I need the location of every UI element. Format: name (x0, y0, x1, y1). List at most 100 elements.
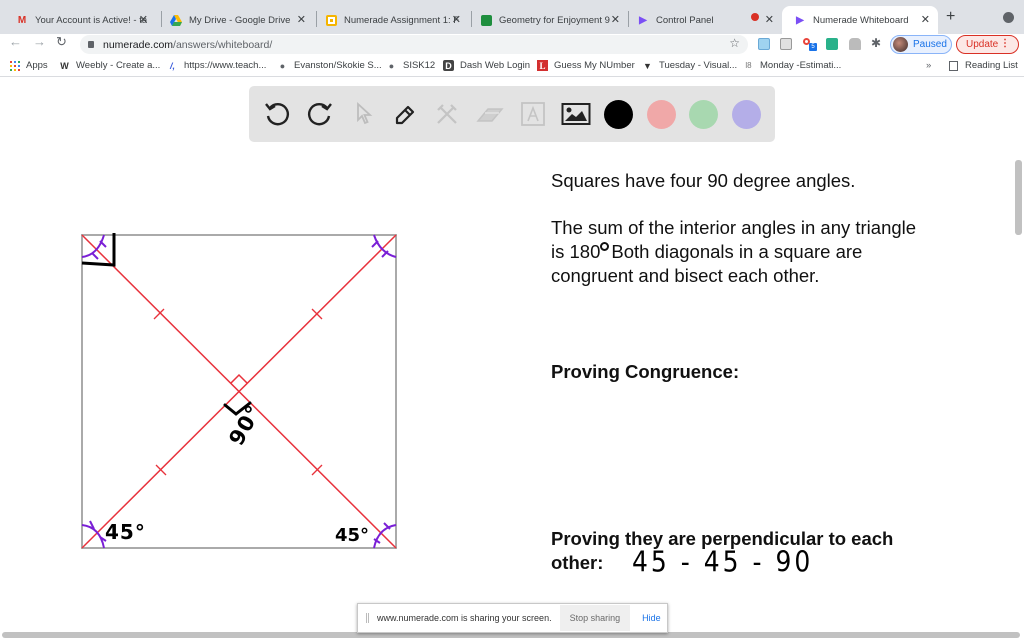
sharing-message: www.numerade.com is sharing your screen. (377, 613, 552, 623)
text-180-diagonals: is 180 Both diagonals in a square are (551, 241, 863, 262)
globe-icon: ● (279, 60, 286, 71)
browser-toolbar: ← → ↻ numerade.com/answers/whiteboard/ ☆… (0, 34, 1024, 55)
menu-dots-icon: ⋮ (1000, 38, 1010, 49)
tab-gmail[interactable]: M Your Account is Active! - ta ✕ (4, 6, 156, 34)
bookmark-monday[interactable]: l8 Monday -Estimati... (743, 60, 841, 71)
apps-grid-icon (9, 60, 20, 71)
text-box-icon (521, 102, 545, 126)
classroom-icon (480, 14, 492, 26)
tab-google-drive[interactable]: My Drive - Google Drive ✕ (158, 6, 314, 34)
bookmark-tuesday[interactable]: ▼ Tuesday - Visual... (642, 60, 737, 71)
image-icon (561, 103, 591, 125)
weebly-icon: W (60, 60, 69, 71)
tab-geometry[interactable]: Geometry for Enjoyment 9 ✕ (468, 6, 628, 34)
extension-image-icon[interactable] (758, 38, 770, 50)
extension-face-icon[interactable] (826, 38, 838, 50)
redo-button[interactable] (300, 94, 340, 134)
new-tab-button[interactable]: + (946, 8, 955, 26)
dash-icon: D (443, 60, 454, 71)
handwritten-45-45-90: 45 - 45 - 90 (632, 544, 814, 579)
hide-button[interactable]: Hide (642, 613, 661, 623)
extension-badge-icon[interactable]: 5 (803, 38, 817, 51)
stop-sharing-button[interactable]: Stop sharing (559, 605, 631, 631)
text-triangle-sum: The sum of the interior angles in any tr… (551, 217, 917, 238)
bookmark-apps[interactable]: Apps (9, 60, 48, 71)
bookmark-guess-my-number[interactable]: L Guess My NUmber (537, 60, 635, 71)
triangle-icon: ▼ (643, 60, 652, 71)
numerade-icon: ▶ (796, 14, 804, 26)
right-angle-marker-center (230, 373, 248, 384)
whiteboard-toolbar (249, 86, 775, 142)
estimation-icon: l8 (745, 61, 752, 70)
extension-house-icon[interactable] (849, 38, 861, 50)
update-button[interactable]: Update ⋮ (956, 35, 1019, 54)
recording-indicator-icon (751, 13, 759, 21)
close-tab-icon[interactable]: ✕ (611, 13, 620, 26)
tab-numerade-whiteboard[interactable]: ▶ Numerade Whiteboard ✕ (782, 6, 938, 34)
color-swatch-pink[interactable] (647, 100, 676, 129)
close-tab-icon[interactable]: ✕ (297, 13, 306, 26)
bookmark-weebly[interactable]: W Weebly - Create a... (59, 60, 160, 71)
extensions-puzzle-icon[interactable]: ✱ (871, 36, 883, 50)
back-icon[interactable]: ← (9, 34, 22, 49)
heading-proving-perpendicular-cont: other: (551, 552, 604, 573)
close-tab-icon[interactable]: ✕ (921, 13, 930, 26)
numerade-icon: ▶ (639, 14, 647, 26)
bookmarks-overflow-button[interactable]: » (926, 60, 931, 71)
l-icon: L (537, 60, 548, 71)
text-squares-angles: Squares have four 90 degree angles. (551, 170, 856, 191)
square-diagram (81, 233, 397, 549)
cursor-icon (357, 101, 373, 125)
bookmark-star-icon[interactable]: ☆ (729, 36, 740, 50)
gmail-icon: M (17, 14, 27, 26)
lock-icon (88, 41, 94, 48)
bookmark-evanston[interactable]: ● Evanston/Skokie S... (277, 60, 382, 71)
bookmarks-bar: Apps W Weebly - Create a... /, https://w… (0, 57, 1024, 77)
color-swatch-green[interactable] (689, 100, 718, 129)
google-drive-icon (170, 14, 182, 26)
degree-symbol (600, 242, 610, 251)
angle-tick (371, 240, 389, 258)
undo-icon (265, 103, 289, 126)
handwritten-angle-45-right: 45° (335, 525, 370, 546)
tab-control-panel[interactable]: ▶ Control Panel ✕ (625, 6, 782, 34)
reading-list-icon (948, 60, 959, 71)
pencil-icon (395, 105, 415, 125)
image-tool-button[interactable] (556, 94, 596, 134)
extension-cast-icon[interactable] (780, 38, 792, 50)
color-swatch-black[interactable] (604, 100, 633, 129)
teach-icon: /, (169, 60, 175, 71)
reading-list-button[interactable]: Reading List (948, 60, 1018, 71)
forward-icon[interactable]: → (33, 34, 46, 49)
text-tool-button[interactable] (513, 94, 553, 134)
shapes-tool-button[interactable] (427, 94, 467, 134)
close-tab-icon[interactable]: ✕ (765, 13, 774, 26)
select-tool-button[interactable] (343, 94, 383, 134)
tab-numerade-assignment[interactable]: Numerade Assignment 1: F ✕ (313, 6, 469, 34)
globe-icon: ● (388, 60, 395, 71)
reload-icon[interactable]: ↻ (56, 34, 67, 50)
tools-icon (437, 104, 457, 124)
heading-proving-congruence: Proving Congruence: (551, 361, 740, 382)
text-congruent-bisect: congruent and bisect each other. (551, 265, 820, 286)
vertical-scrollbar[interactable] (1015, 160, 1022, 235)
handwritten-angle-45-left: 45° (105, 520, 146, 544)
tab-search-icon[interactable] (1003, 12, 1014, 23)
redo-icon (308, 103, 332, 126)
close-tab-icon[interactable]: ✕ (452, 13, 461, 26)
bookmark-sisk12[interactable]: ● SISK12 (386, 60, 435, 71)
address-bar[interactable]: numerade.com/answers/whiteboard/ ☆ (80, 35, 748, 54)
pen-tool-button[interactable] (385, 94, 425, 134)
bookmark-dash[interactable]: D Dash Web Login (443, 60, 530, 71)
bookmark-teach[interactable]: /, https://www.teach... (167, 60, 266, 71)
undo-button[interactable] (257, 94, 297, 134)
eraser-icon (476, 108, 504, 122)
tick-mark (153, 308, 165, 320)
color-swatch-purple[interactable] (732, 100, 761, 129)
profile-button[interactable]: Paused (890, 35, 952, 54)
slides-icon (325, 14, 337, 26)
close-tab-icon[interactable]: ✕ (139, 13, 148, 26)
tab-strip: M Your Account is Active! - ta ✕ My Driv… (0, 0, 1024, 34)
drag-handle-icon[interactable] (366, 613, 369, 623)
eraser-tool-button[interactable] (470, 94, 510, 134)
